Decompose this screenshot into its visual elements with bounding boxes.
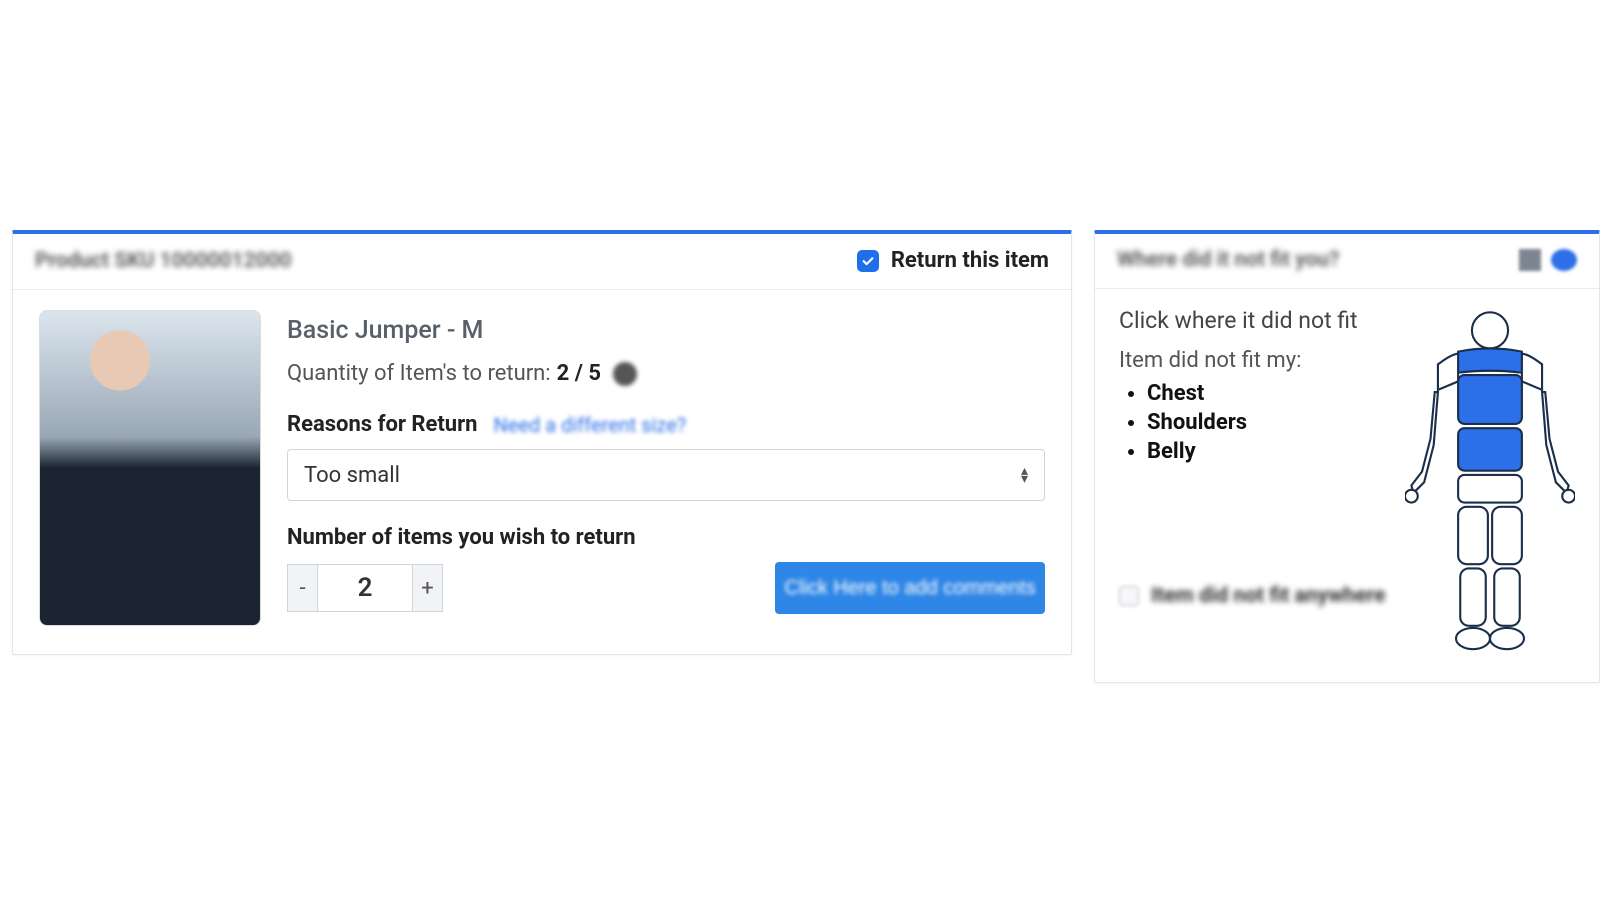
product-image (39, 310, 261, 626)
body-region-right-hand[interactable] (1562, 490, 1575, 503)
body-region-left-thigh[interactable] (1458, 507, 1488, 564)
quantity-line: Quantity of Item's to return: 2 / 5 (287, 361, 1045, 386)
stepper-value[interactable]: 2 (317, 564, 413, 612)
body-region-right-shin[interactable] (1494, 568, 1520, 625)
body-map-figure[interactable] (1405, 307, 1575, 658)
fit-click-instruction: Click where it did not fit (1119, 307, 1387, 334)
fit-intro-label: Item did not fit my: (1119, 348, 1387, 373)
select-caret-icon: ▴▾ (1021, 467, 1028, 484)
body-region-left-upper-arm[interactable] (1438, 354, 1458, 390)
add-comments-button[interactable]: Click Here to add comments (775, 562, 1045, 614)
body-region-left-hand[interactable] (1405, 490, 1418, 503)
stepper-increment-button[interactable]: + (413, 564, 443, 612)
reason-label: Reasons for Return (287, 412, 478, 437)
quantity-stepper: - 2 + (287, 564, 443, 612)
return-card-header: Product SKU 10000012000 Return this item (13, 234, 1071, 290)
number-of-items-label: Number of items you wish to return (287, 525, 1045, 550)
body-region-right-arm[interactable] (1542, 392, 1569, 493)
fit-anywhere-label: Item did not fit anywhere (1151, 584, 1385, 608)
fit-areas-list: Chest Shoulders Belly (1147, 381, 1387, 464)
fit-header-question: Where did it not fit you? (1117, 248, 1339, 272)
body-region-hips[interactable] (1458, 475, 1522, 503)
rotate-view-icon[interactable] (1551, 249, 1577, 271)
fit-card-header: Where did it not fit you? (1095, 234, 1599, 289)
body-region-right-foot[interactable] (1490, 628, 1524, 649)
body-region-shoulders[interactable] (1456, 348, 1524, 372)
body-region-belly[interactable] (1458, 428, 1522, 471)
edit-icon[interactable] (1519, 249, 1541, 271)
body-region-left-shin[interactable] (1460, 568, 1486, 625)
fit-area-item: Shoulders (1147, 410, 1387, 435)
quantity-value: 2 / 5 (557, 361, 601, 386)
body-region-chest[interactable] (1458, 375, 1522, 424)
fit-area-item: Belly (1147, 439, 1387, 464)
stepper-decrement-button[interactable]: - (287, 564, 317, 612)
body-region-left-arm[interactable] (1411, 392, 1438, 493)
add-comments-label: Click Here to add comments (784, 577, 1035, 600)
fit-area-item: Chest (1147, 381, 1387, 406)
info-dot-icon[interactable] (613, 362, 637, 386)
reason-selected-value: Too small (304, 463, 400, 488)
product-sku-label: Product SKU 10000012000 (35, 249, 292, 273)
need-different-size-link[interactable]: Need a different size? (494, 413, 687, 437)
body-region-right-thigh[interactable] (1492, 507, 1522, 564)
body-region-left-foot[interactable] (1456, 628, 1490, 649)
body-region-right-upper-arm[interactable] (1522, 354, 1542, 390)
return-this-item-toggle[interactable]: Return this item (857, 248, 1049, 273)
return-item-card: Product SKU 10000012000 Return this item… (12, 230, 1072, 655)
fit-anywhere-checkbox[interactable] (1119, 586, 1139, 606)
quantity-prefix: Quantity of Item's to return: (287, 361, 551, 386)
reason-select[interactable]: Too small ▴▾ (287, 449, 1045, 501)
product-title: Basic Jumper - M (287, 316, 1045, 345)
fit-feedback-card: Where did it not fit you? Click where it… (1094, 230, 1600, 683)
return-this-item-label: Return this item (891, 248, 1049, 273)
checkbox-checked-icon[interactable] (857, 250, 879, 272)
